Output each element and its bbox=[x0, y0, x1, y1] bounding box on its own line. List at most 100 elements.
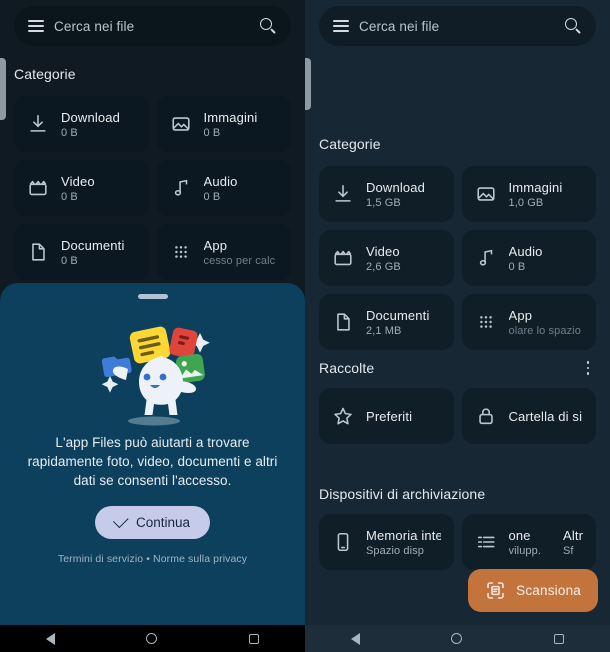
categories-heading: Categorie bbox=[14, 66, 76, 82]
scan-document-icon bbox=[487, 582, 504, 599]
search-icon[interactable] bbox=[565, 17, 582, 35]
search-bar[interactable]: Cerca nei file bbox=[14, 6, 291, 46]
category-name: Audio bbox=[203, 173, 238, 189]
categories-section: Categorie Download 1,5 GB Immagini 1,0 G… bbox=[305, 136, 610, 350]
category-size: 1,0 GB bbox=[508, 196, 544, 209]
storage-tile-other[interactable]: one vilupp. Altro Sf bbox=[461, 514, 596, 570]
search-input[interactable]: Cerca nei file bbox=[359, 19, 555, 34]
category-tile-immagini[interactable]: Immagini 1,0 GB bbox=[461, 166, 596, 222]
storage-sub: Sf bbox=[563, 544, 574, 557]
audio-icon bbox=[479, 249, 492, 266]
back-triangle-icon[interactable] bbox=[350, 632, 360, 645]
category-name: Video bbox=[61, 173, 95, 189]
android-navigation-bar bbox=[305, 625, 610, 652]
categories-section: Categorie Download 0 B Immagini 0 B Vide… bbox=[0, 66, 305, 280]
storage-tiles: Memoria inte Spazio disp one vilupp. Alt… bbox=[305, 514, 610, 570]
storage-heading: Dispositivi di archiviazione bbox=[319, 486, 486, 502]
category-name: Immagini bbox=[203, 109, 258, 125]
category-name: Download bbox=[61, 109, 121, 125]
continue-button-label: Continua bbox=[135, 514, 191, 530]
image-icon bbox=[476, 187, 495, 201]
storage-sub: Spazio disp bbox=[366, 544, 424, 557]
collection-tile-cartella-sicura[interactable]: Cartella di si bbox=[461, 388, 596, 444]
category-tile-video[interactable]: Video 2,6 GB bbox=[319, 230, 454, 286]
sheet-drag-handle[interactable] bbox=[137, 294, 168, 299]
legal-links[interactable]: Termini di servizio • Norme sulla privac… bbox=[58, 553, 247, 565]
permission-bottom-sheet: L'app Files può aiutarti a trovare rapid… bbox=[0, 283, 305, 625]
category-size: olare lo spazio bbox=[508, 324, 581, 337]
recents-square-icon[interactable] bbox=[554, 633, 565, 644]
category-size: 1,5 GB bbox=[366, 196, 401, 209]
image-icon bbox=[171, 117, 190, 131]
scan-button-label: Scansiona bbox=[516, 583, 581, 598]
category-size: 0 B bbox=[61, 126, 78, 139]
check-icon bbox=[112, 512, 129, 528]
apps-grid-icon bbox=[174, 246, 187, 258]
hamburger-icon[interactable] bbox=[333, 20, 349, 32]
category-size: 2,6 GB bbox=[366, 260, 401, 273]
storage-tile-internal[interactable]: Memoria inte Spazio disp bbox=[319, 514, 454, 570]
category-name: App bbox=[203, 237, 228, 253]
scan-button[interactable]: Scansiona bbox=[468, 569, 598, 612]
category-size: 0 B bbox=[61, 254, 78, 267]
left-phone-screen: Cerca nei file Categorie Download 0 B Im… bbox=[0, 0, 305, 652]
category-tile-app[interactable]: App cesso per calc bbox=[156, 224, 291, 280]
category-tile-documenti[interactable]: Documenti 0 B bbox=[14, 224, 149, 280]
category-tile-audio[interactable]: Audio 0 B bbox=[156, 160, 291, 216]
category-name: App bbox=[508, 307, 533, 323]
storage-sub: vilupp. bbox=[508, 544, 541, 557]
scrollbar-handle[interactable] bbox=[305, 58, 311, 110]
category-name: Download bbox=[366, 179, 426, 195]
home-circle-icon[interactable] bbox=[146, 633, 158, 644]
collection-tile-preferiti[interactable]: Preferiti bbox=[319, 388, 454, 444]
category-size: cesso per calc bbox=[203, 254, 276, 267]
audio-icon bbox=[174, 179, 187, 196]
category-tile-download[interactable]: Download 0 B bbox=[14, 96, 149, 152]
search-bar[interactable]: Cerca nei file bbox=[319, 6, 596, 46]
search-icon[interactable] bbox=[260, 17, 277, 35]
collection-name: Cartella di si bbox=[508, 408, 583, 424]
category-tile-audio[interactable]: Audio 0 B bbox=[461, 230, 596, 286]
category-tiles: Download 0 B Immagini 0 B Video 0 B Audi… bbox=[0, 96, 305, 280]
category-size: 2,1 MB bbox=[366, 324, 402, 337]
category-tile-download[interactable]: Download 1,5 GB bbox=[319, 166, 454, 222]
category-tile-immagini[interactable]: Immagini 0 B bbox=[156, 96, 291, 152]
video-icon bbox=[334, 250, 352, 266]
category-name: Documenti bbox=[61, 237, 125, 253]
document-icon bbox=[337, 313, 350, 331]
category-name: Documenti bbox=[366, 307, 430, 323]
sheet-description: L'app Files può aiutarti a trovare rapid… bbox=[27, 434, 278, 488]
hamburger-icon[interactable] bbox=[28, 20, 44, 32]
star-icon bbox=[334, 407, 352, 425]
files-mascot-illustration bbox=[101, 326, 210, 425]
apps-grid-icon bbox=[479, 316, 492, 328]
lock-icon bbox=[478, 408, 493, 425]
home-circle-icon[interactable] bbox=[451, 633, 463, 644]
document-icon bbox=[32, 243, 45, 261]
download-icon bbox=[30, 114, 46, 132]
right-phone-screen: Cerca nei file Categorie Download 1,5 GB… bbox=[305, 0, 610, 652]
phone-icon bbox=[337, 532, 349, 552]
category-tile-app[interactable]: App olare lo spazio bbox=[461, 294, 596, 350]
list-icon bbox=[477, 536, 495, 548]
category-name: Immagini bbox=[508, 179, 563, 195]
download-icon bbox=[335, 184, 351, 202]
back-triangle-icon[interactable] bbox=[45, 632, 55, 645]
continue-button[interactable]: Continua bbox=[94, 505, 211, 539]
collection-name: Preferiti bbox=[366, 408, 413, 424]
android-navigation-bar bbox=[0, 625, 305, 652]
storage-name: one bbox=[508, 527, 531, 543]
search-input[interactable]: Cerca nei file bbox=[54, 19, 250, 34]
category-name: Video bbox=[366, 243, 400, 259]
category-size: 0 B bbox=[203, 126, 221, 139]
category-size: 0 B bbox=[508, 260, 526, 273]
storage-name: Altro bbox=[563, 527, 583, 543]
category-tile-documenti[interactable]: Documenti 2,1 MB bbox=[319, 294, 454, 350]
categories-heading: Categorie bbox=[319, 136, 381, 152]
recents-square-icon[interactable] bbox=[249, 633, 260, 644]
collections-section: Raccolte Preferiti Cartella di si bbox=[305, 360, 610, 444]
video-icon bbox=[29, 180, 47, 196]
kebab-menu-icon[interactable] bbox=[580, 360, 596, 376]
collections-heading: Raccolte bbox=[319, 360, 375, 376]
category-tile-video[interactable]: Video 0 B bbox=[14, 160, 149, 216]
